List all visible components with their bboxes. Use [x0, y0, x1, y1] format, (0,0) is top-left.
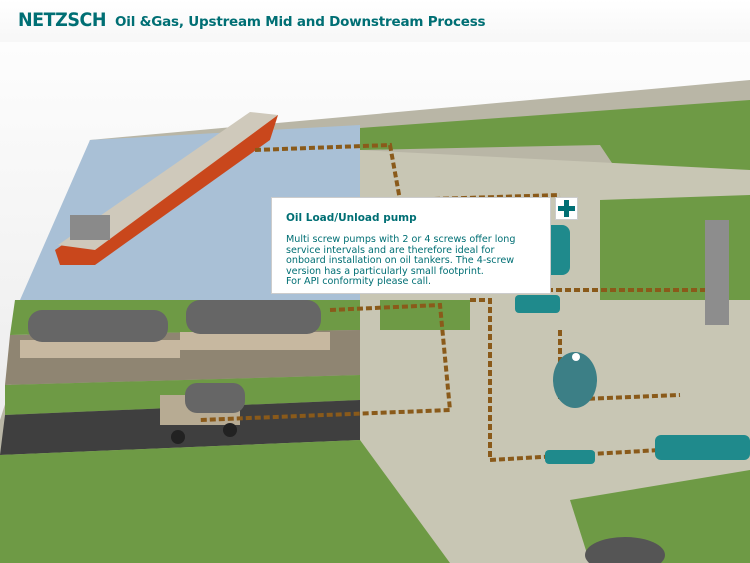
popup-title: Oil Load/Unload pump [286, 212, 417, 224]
popup-line: onboard installation on oil tankers. The… [286, 255, 515, 266]
popup-line: Multi screw pumps with 2 or 4 screws off… [286, 234, 516, 245]
netzsch-logo: NETZSCH [18, 9, 107, 31]
popup-line: service intervals and are therefore idea… [286, 244, 495, 256]
tower [705, 220, 729, 325]
popup-description: Multi screw pumps with 2 or 4 screws off… [286, 234, 548, 288]
pump-hotspot[interactable] [572, 353, 580, 361]
app-header: NETZSCH Oil &Gas, Upstream Mid and Downs… [0, 0, 750, 42]
expand-button[interactable] [555, 197, 578, 220]
plus-icon [558, 200, 575, 217]
popup-line: version has a particularly small footpri… [286, 265, 484, 277]
page-title: Oil &Gas, Upstream Mid and Downstream Pr… [115, 14, 486, 30]
info-popup: Oil Load/Unload pump Multi screw pumps w… [271, 197, 551, 294]
popup-line: For API conformity please call. [286, 276, 432, 287]
